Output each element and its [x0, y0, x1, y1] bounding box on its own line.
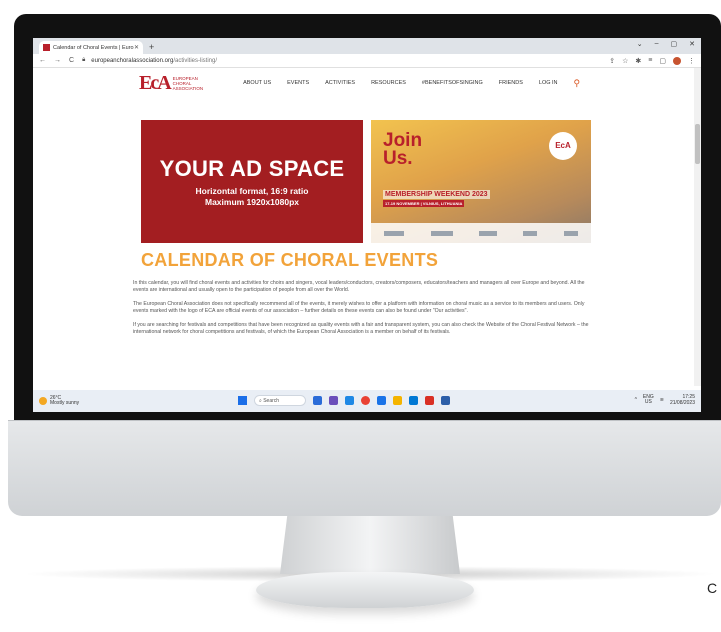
ad-format-line: Horizontal format, 16:9 ratio — [195, 186, 309, 196]
nav-about-us[interactable]: ABOUT US — [243, 80, 271, 86]
url-field[interactable]: europeanchoralassociation.org/activities… — [91, 58, 217, 64]
windows-taskbar: 26°C Mostly sunny ⌕ Search ^ ENG US ≋ 17… — [33, 390, 701, 412]
window-controls: ⌄ – ▢ ✕ — [637, 40, 695, 48]
scrollbar-thumb[interactable] — [695, 124, 700, 164]
menu-kebab-icon[interactable]: ⋮ — [688, 57, 695, 65]
sponsor-logo — [563, 230, 578, 236]
clock-date: 21/08/2023 — [669, 400, 695, 406]
tab-search-icon[interactable]: ⌄ — [637, 40, 643, 48]
monitor-stand-base — [256, 572, 474, 608]
intro-paragraph: If you are searching for festivals and c… — [133, 322, 589, 335]
file-explorer-icon[interactable] — [393, 396, 402, 405]
monitor-stand-neck — [280, 516, 460, 574]
sponsor-logo — [523, 230, 538, 236]
ad-headline: YOUR AD SPACE — [159, 156, 345, 181]
maximize-button[interactable]: ▢ — [671, 40, 678, 48]
event-date: 17-19 NOVEMBER | VILNIUS, LITHUANIA — [383, 200, 465, 207]
address-bar: ← → C 🔒︎ europeanchoralassociation.org/a… — [33, 54, 701, 68]
new-tab-button[interactable]: + — [149, 42, 154, 52]
app-icon[interactable] — [377, 396, 386, 405]
url-host: europeanchoralassociation.org — [91, 57, 174, 64]
scene: C Calendar of Choral Events | Euro ✕ + ⌄… — [0, 0, 721, 632]
ad-size-line: Maximum 1920x1080px — [204, 197, 300, 207]
lock-icon: 🔒︎ — [82, 57, 86, 63]
taskbar-apps: ⌕ Search — [238, 395, 450, 406]
sponsor-logos — [371, 223, 591, 243]
site-logo[interactable]: EcA EUROPEAN CHORAL ASSOCIATION — [139, 72, 203, 95]
bookmark-star-icon[interactable]: ☆ — [622, 57, 628, 65]
url-path: /activities-listing/ — [173, 57, 218, 64]
tab-title: Calendar of Choral Events | Euro — [53, 44, 134, 51]
monitor-screen: Calendar of Choral Events | Euro ✕ + ⌄ –… — [33, 38, 701, 412]
banner-area: YOUR AD SPACE Horizontal format, 16:9 ra… — [141, 120, 591, 243]
site-nav: ABOUT US EVENTS ACTIVITIES RESOURCES #BE… — [243, 78, 580, 89]
app-icon[interactable] — [345, 396, 354, 405]
reload-icon[interactable]: C — [69, 57, 74, 64]
page-scrollbar[interactable] — [694, 68, 701, 386]
windows-start-icon[interactable] — [238, 396, 247, 405]
favicon-icon — [43, 44, 50, 51]
join-title-line-2: Us. — [383, 148, 413, 169]
sponsor-logo — [478, 230, 497, 236]
nav-events[interactable]: EVENTS — [287, 80, 309, 86]
eca-badge-icon: EcA — [549, 132, 577, 160]
app-icon[interactable] — [441, 396, 450, 405]
taskbar-search[interactable]: ⌕ Search — [254, 395, 306, 406]
site-header: EcA EUROPEAN CHORAL ASSOCIATION ABOUT US… — [33, 68, 701, 98]
nav-benefits-of-singing[interactable]: #BENEFITSOFSINGING — [422, 80, 483, 86]
back-icon[interactable]: ← — [39, 57, 46, 64]
browser-tab-bar: Calendar of Choral Events | Euro ✕ + ⌄ –… — [33, 38, 701, 54]
app-icon[interactable] — [313, 396, 322, 405]
weather-widget[interactable]: 26°C Mostly sunny — [39, 395, 80, 407]
taskbar-search-label: Search — [263, 397, 280, 404]
monitor-chin — [8, 420, 721, 516]
region: US — [644, 399, 652, 405]
language-indicator[interactable]: ENG US — [643, 394, 654, 406]
tab-close-icon[interactable]: ✕ — [134, 44, 139, 51]
weather-text: 26°C Mostly sunny — [50, 395, 80, 407]
toolbar-icons: ⇪ ☆ ✱ ≡ ▢ ⋮ — [609, 56, 695, 65]
intro-paragraph: The European Choral Association does not… — [133, 301, 585, 314]
nav-resources[interactable]: RESOURCES — [371, 80, 406, 86]
logo-line-3: ASSOCIATION — [172, 85, 204, 91]
minimize-button[interactable]: – — [655, 40, 659, 48]
search-icon[interactable]: ⚲ — [574, 78, 581, 89]
page-title: CALENDAR OF CHORAL EVENTS — [141, 250, 439, 270]
tray-chevron-icon[interactable]: ^ — [635, 397, 637, 403]
reading-list-icon[interactable]: ≡ — [648, 57, 652, 64]
profile-avatar[interactable] — [673, 56, 681, 65]
intro-text: In this calendar, you will find choral e… — [133, 280, 595, 343]
sponsor-logo — [384, 230, 405, 236]
weather-condition: Mostly sunny — [50, 400, 80, 406]
sponsor-logo — [430, 230, 453, 236]
system-tray: ^ ENG US ≋ 17:25 21/08/2023 — [635, 394, 695, 406]
close-window-button[interactable]: ✕ — [689, 40, 695, 48]
event-title: MEMBERSHIP WEEKEND 2023 — [383, 190, 490, 199]
browser-tab[interactable]: Calendar of Choral Events | Euro ✕ — [39, 41, 143, 54]
share-icon[interactable]: ⇪ — [609, 57, 615, 65]
nav-friends[interactable]: FRIENDS — [499, 80, 523, 86]
join-title: Join Us. — [383, 131, 422, 169]
sun-icon — [39, 397, 47, 405]
app-icon[interactable] — [409, 396, 418, 405]
wifi-icon[interactable]: ≋ — [660, 397, 664, 403]
ad-space-banner[interactable]: YOUR AD SPACE Horizontal format, 16:9 ra… — [141, 120, 363, 243]
nav-log-in[interactable]: LOG IN — [539, 80, 558, 86]
intro-paragraph: In this calendar, you will find choral e… — [133, 280, 585, 293]
chrome-icon[interactable] — [361, 396, 370, 405]
logo-text: EUROPEAN CHORAL ASSOCIATION — [173, 76, 203, 91]
app-icon[interactable] — [329, 396, 338, 405]
forward-icon[interactable]: → — [54, 57, 61, 64]
membership-weekend-banner[interactable]: Join Us. EcA MEMBERSHIP WEEKEND 2023 17-… — [371, 120, 591, 243]
clock[interactable]: 17:25 21/08/2023 — [670, 394, 695, 406]
nav-activities[interactable]: ACTIVITIES — [325, 80, 355, 86]
extensions-icon[interactable]: ✱ — [635, 57, 641, 65]
logo-mark: EcA — [139, 71, 172, 94]
side-panel-icon[interactable]: ▢ — [659, 57, 666, 65]
corner-letter: C — [707, 580, 718, 596]
app-icon[interactable] — [425, 396, 434, 405]
